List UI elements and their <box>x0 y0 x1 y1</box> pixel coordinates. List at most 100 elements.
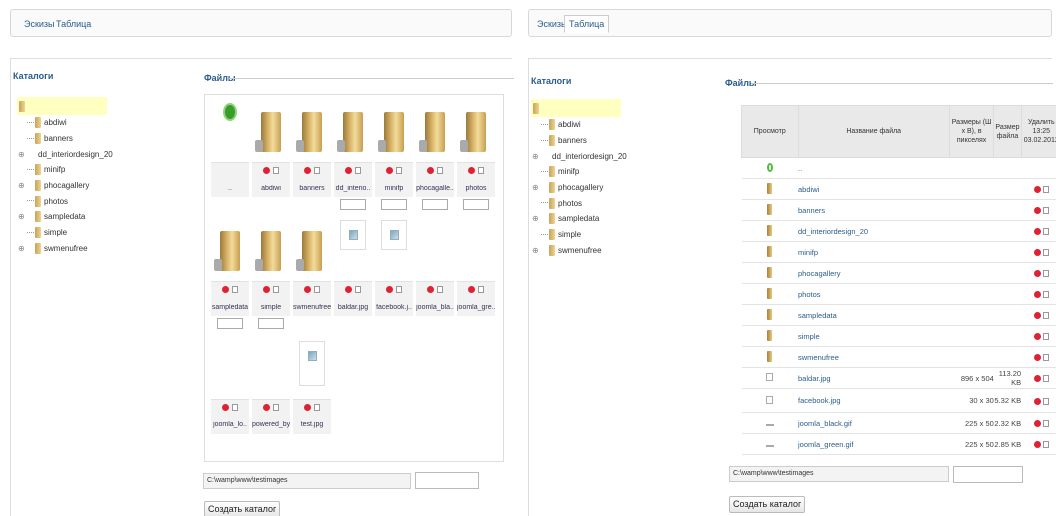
select-checkbox[interactable] <box>437 286 443 293</box>
table-row[interactable]: joomla_black.gif 225 x 50 2.32 KB <box>741 412 1056 434</box>
grid-cell[interactable]: .. <box>211 95 249 214</box>
new-folder-name-input[interactable] <box>415 472 479 489</box>
thumbnail-label[interactable]: .. <box>211 185 249 192</box>
grid-cell[interactable]: joomla_lo.. <box>211 333 249 452</box>
delete-icon[interactable] <box>263 286 270 293</box>
grid-cell[interactable]: facebook.j.. <box>375 214 413 333</box>
tree-item-sampledata[interactable]: ⊕ sampledata <box>17 209 107 225</box>
select-checkbox[interactable] <box>478 167 484 174</box>
delete-icon[interactable] <box>386 286 393 293</box>
expand-icon[interactable]: ⊕ <box>532 183 539 192</box>
create-folder-button[interactable]: Создать каталог <box>204 501 281 516</box>
select-checkbox[interactable] <box>1042 186 1049 194</box>
folder-icon[interactable] <box>378 112 404 152</box>
thumbnail-label[interactable]: facebook.j.. <box>375 304 413 311</box>
table-row[interactable]: simple <box>741 325 1056 347</box>
file-icon[interactable] <box>765 423 774 426</box>
file-name-cell[interactable]: .. <box>798 157 950 179</box>
delete-icon[interactable] <box>304 167 311 174</box>
delete-icon[interactable] <box>1033 291 1041 299</box>
tree-item-dd-interiordesign[interactable]: ⊕ dd_interiordesign_20 <box>17 146 113 162</box>
grid-cell[interactable]: banners <box>293 95 331 214</box>
select-checkbox[interactable] <box>1042 270 1049 278</box>
table-row[interactable]: joomla_green.gif 225 x 50 2.85 KB <box>741 433 1056 455</box>
select-checkbox[interactable] <box>232 286 238 293</box>
file-name-cell[interactable]: baldar.jpg <box>798 367 950 389</box>
preview-cell[interactable] <box>741 283 799 305</box>
rename-input[interactable] <box>381 199 407 210</box>
file-name-cell[interactable]: sampledata <box>798 304 950 326</box>
up-arrow-icon[interactable] <box>766 162 773 172</box>
grid-cell[interactable]: sampledata <box>211 214 249 333</box>
thumbnail-label[interactable]: dd_interio.. <box>334 185 372 192</box>
grid-cell[interactable]: joomla_gre.. <box>457 214 495 333</box>
rename-input[interactable] <box>463 199 489 210</box>
grid-cell[interactable]: swmenufree <box>293 214 331 333</box>
grid-cell[interactable]: joomla_bla.. <box>416 214 454 333</box>
select-checkbox[interactable] <box>1042 420 1049 428</box>
tree-item-photos[interactable]: photos <box>17 193 107 209</box>
tree-item-phocagallery[interactable]: ⊕ phocagallery <box>531 180 621 196</box>
table-row[interactable]: banners <box>741 199 1056 221</box>
table-row[interactable]: facebook.jpg 30 x 30 5.32 KB <box>741 388 1056 413</box>
delete-icon[interactable] <box>1033 207 1041 215</box>
folder-icon[interactable] <box>767 182 773 194</box>
grid-cell[interactable]: test.jpg <box>293 333 331 452</box>
tree-item-abdiwi[interactable]: abdiwi <box>531 117 621 133</box>
folder-icon[interactable] <box>767 245 773 257</box>
folder-icon[interactable] <box>767 266 773 278</box>
select-checkbox[interactable] <box>1042 291 1049 299</box>
up-arrow-icon[interactable] <box>223 103 237 121</box>
folder-icon[interactable] <box>419 112 445 152</box>
preview-cell[interactable] <box>741 346 799 368</box>
tab-table[interactable]: Таблица <box>51 15 96 33</box>
tree-item-photos[interactable]: photos <box>531 195 621 211</box>
select-checkbox[interactable] <box>355 167 361 174</box>
folder-icon[interactable] <box>460 112 486 152</box>
preview-cell[interactable] <box>741 178 799 200</box>
image-thumbnail[interactable] <box>299 341 325 386</box>
expand-icon[interactable]: ⊕ <box>532 214 539 223</box>
thumbnail-label[interactable]: phocagalle.. <box>416 185 454 192</box>
delete-icon[interactable] <box>1033 312 1041 320</box>
delete-icon[interactable] <box>1033 270 1041 278</box>
tree-item-simple[interactable]: simple <box>531 227 621 243</box>
select-checkbox[interactable] <box>1042 354 1049 362</box>
folder-icon[interactable] <box>214 231 240 271</box>
preview-cell[interactable] <box>741 157 799 179</box>
grid-cell[interactable]: baldar.jpg <box>334 214 372 333</box>
file-name-cell[interactable]: joomla_black.gif <box>798 412 950 434</box>
delete-icon[interactable] <box>304 404 311 411</box>
rename-input[interactable] <box>422 199 448 210</box>
delete-icon[interactable] <box>263 404 270 411</box>
file-name-cell[interactable]: minifp <box>798 241 950 263</box>
file-icon[interactable] <box>766 373 774 381</box>
select-checkbox[interactable] <box>396 286 402 293</box>
file-name-cell[interactable]: joomla_green.gif <box>798 433 950 455</box>
new-folder-name-input[interactable] <box>953 466 1023 483</box>
tree-item-swmenufree[interactable]: ⊕ swmenufree <box>531 243 621 259</box>
select-checkbox[interactable] <box>1042 249 1049 257</box>
expand-icon[interactable]: ⊕ <box>18 150 25 159</box>
thumbnail-label[interactable]: powered_by.. <box>252 421 290 428</box>
delete-icon[interactable] <box>386 167 393 174</box>
file-name-cell[interactable]: dd_interiordesign_20 <box>798 220 950 242</box>
thumbnail-label[interactable]: abdiwi <box>252 185 290 192</box>
delete-icon[interactable] <box>222 404 229 411</box>
select-checkbox[interactable] <box>1042 333 1049 341</box>
delete-icon[interactable] <box>1033 420 1041 428</box>
expand-icon[interactable]: ⊕ <box>18 212 25 221</box>
delete-icon[interactable] <box>345 167 352 174</box>
delete-icon[interactable] <box>427 286 434 293</box>
preview-cell[interactable] <box>741 388 799 413</box>
select-checkbox[interactable] <box>1042 397 1049 405</box>
preview-cell[interactable] <box>741 325 799 347</box>
tree-item-banners[interactable]: banners <box>17 131 107 147</box>
preview-cell[interactable] <box>741 220 799 242</box>
delete-icon[interactable] <box>468 286 475 293</box>
file-name-cell[interactable]: photos <box>798 283 950 305</box>
table-row[interactable]: minifp <box>741 241 1056 263</box>
folder-icon[interactable] <box>255 112 281 152</box>
thumbnail-label[interactable]: baldar.jpg <box>334 304 372 311</box>
delete-icon[interactable] <box>304 286 311 293</box>
